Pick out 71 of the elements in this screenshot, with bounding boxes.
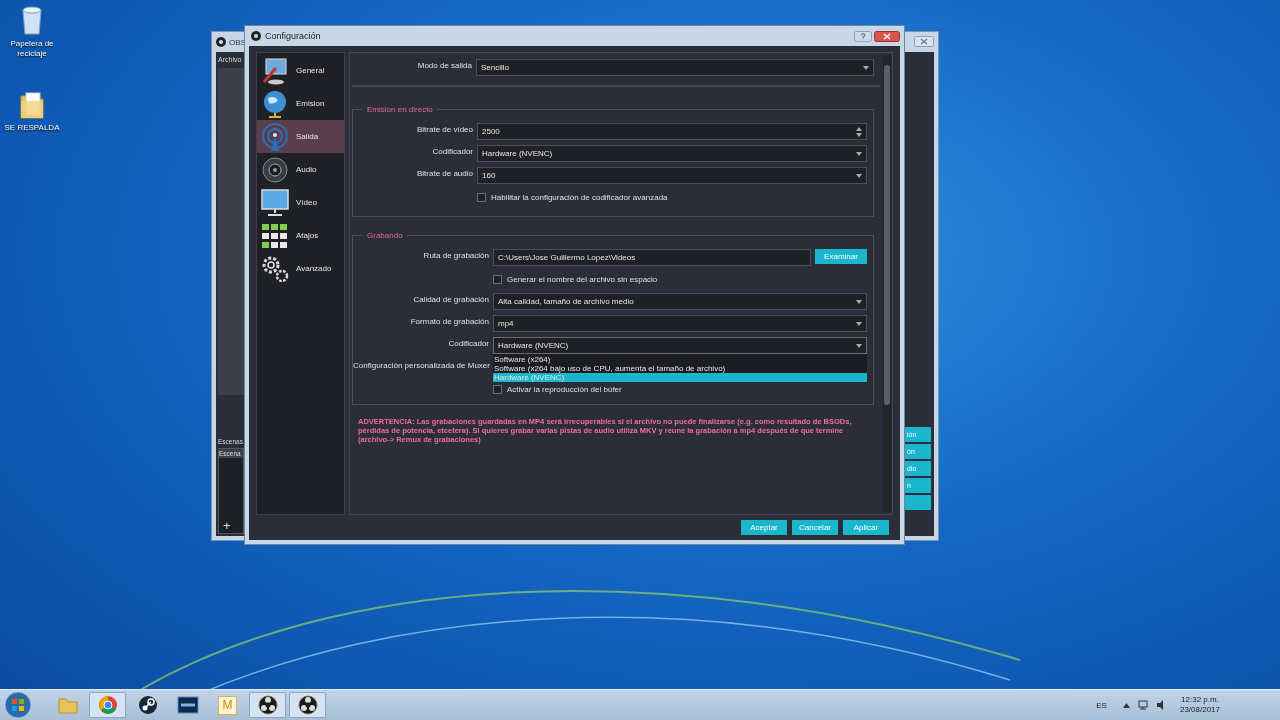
- caret-up-icon[interactable]: [1122, 702, 1130, 708]
- group-title: Emision en directo: [366, 105, 434, 114]
- desktop-icon-label[interactable]: Papelera de reciclaje: [4, 39, 60, 59]
- group-title: Grabando: [366, 231, 404, 240]
- checkbox[interactable]: [493, 385, 502, 394]
- close-icon[interactable]: [914, 36, 934, 47]
- language-indicator[interactable]: ES: [1096, 700, 1107, 710]
- dropdown[interactable]: mp4: [493, 315, 867, 332]
- field-label: Bitrate de audio: [415, 168, 473, 178]
- spin-arrows-icon: [856, 126, 862, 137]
- dropdown-arrow-icon: [856, 173, 862, 178]
- dropdown[interactable]: Hardware (NVENC): [493, 337, 867, 354]
- dropdown[interactable]: Alta calidad, tamaño de archivo medio: [493, 293, 867, 310]
- speaker-icon[interactable]: [1155, 700, 1166, 710]
- dropdown[interactable]: 160: [477, 167, 867, 184]
- close-icon[interactable]: [874, 30, 900, 42]
- sidebar-item[interactable]: Audio: [257, 153, 344, 186]
- dropdown-arrow-icon: [856, 151, 862, 156]
- field-label: Bitrate de vídeo: [415, 124, 473, 134]
- scrollbar[interactable]: [883, 55, 891, 512]
- checkbox[interactable]: [477, 193, 486, 202]
- monitor-icon: [260, 187, 290, 218]
- dropdown-arrow-icon: [863, 65, 869, 70]
- sidebar-item[interactable]: Avanzado: [257, 252, 344, 285]
- desktop-icon-label[interactable]: SE RESPALDA: [4, 123, 60, 133]
- field-label: Modo de salida: [416, 60, 472, 70]
- dropdown-option[interactable]: Software (x264): [493, 355, 867, 364]
- checkbox-label: Habilitar la configuración de codificador avanzada: [491, 193, 668, 202]
- field-label: Formato de grabación: [409, 316, 489, 326]
- checkbox-label: Activar la reproducción del búfer: [507, 385, 622, 394]
- dropdown[interactable]: Hardware (NVENC): [477, 145, 867, 162]
- sidebar-item[interactable]: General: [257, 54, 344, 87]
- sidebar-item[interactable]: Vídeo: [257, 186, 344, 219]
- sidebar-item[interactable]: Atajos: [257, 219, 344, 252]
- clock-date[interactable]: 23/08/2017: [1179, 705, 1220, 715]
- add-button[interactable]: +: [223, 519, 231, 532]
- broadcast-signal-icon: [260, 121, 290, 152]
- field-label: Calidad de grabación: [412, 294, 489, 304]
- taskbar-button[interactable]: [289, 692, 326, 718]
- obs-icon: [296, 694, 319, 716]
- scroll-thumb[interactable]: [884, 65, 890, 405]
- speaker-icon: [260, 154, 290, 185]
- field-label: Configuración personalizada de Muxer: [353, 360, 489, 370]
- dropdown-arrow-icon: [856, 299, 862, 304]
- sidebar-item[interactable]: Emision: [257, 87, 344, 120]
- dropdown-arrow-icon: [856, 321, 862, 326]
- field-label: Codificador: [431, 146, 473, 156]
- obs-icon: [256, 694, 279, 716]
- app-logo-icon: [216, 37, 226, 47]
- sidebar-item[interactable]: Salida: [257, 120, 344, 153]
- checkbox-label: Generar el nombre del archivo sin espacio: [507, 275, 658, 284]
- app-tile: M: [218, 695, 237, 715]
- network-icon[interactable]: [1137, 700, 1148, 710]
- app-tile-icon: [176, 694, 199, 716]
- taskbar-button[interactable]: [249, 692, 286, 718]
- dropdown[interactable]: Sencillo: [476, 59, 874, 76]
- steam-icon: [136, 694, 159, 716]
- dropdown-option[interactable]: Software (x264 bajo uso de CPU, aumenta el tamaño de archivo): [493, 364, 867, 373]
- start-orb-icon[interactable]: [4, 691, 32, 719]
- checkbox[interactable]: [493, 275, 502, 284]
- spin-box[interactable]: 2500: [477, 123, 867, 140]
- browser-icon: [96, 694, 119, 716]
- clock-time[interactable]: 12:32 p.m.: [1181, 695, 1219, 705]
- app-logo-icon: [251, 31, 261, 41]
- window-title: Configuración: [265, 31, 321, 41]
- dropdown-arrow-icon: [856, 343, 862, 348]
- help-icon[interactable]: [854, 30, 872, 42]
- field-label: Codificador: [447, 338, 489, 348]
- field-label: Ruta de grabación: [422, 250, 489, 260]
- text-field[interactable]: C:\Users\Jose Guillermo Lopez\Videos: [493, 249, 811, 266]
- monitor-wrench-icon: [260, 55, 290, 86]
